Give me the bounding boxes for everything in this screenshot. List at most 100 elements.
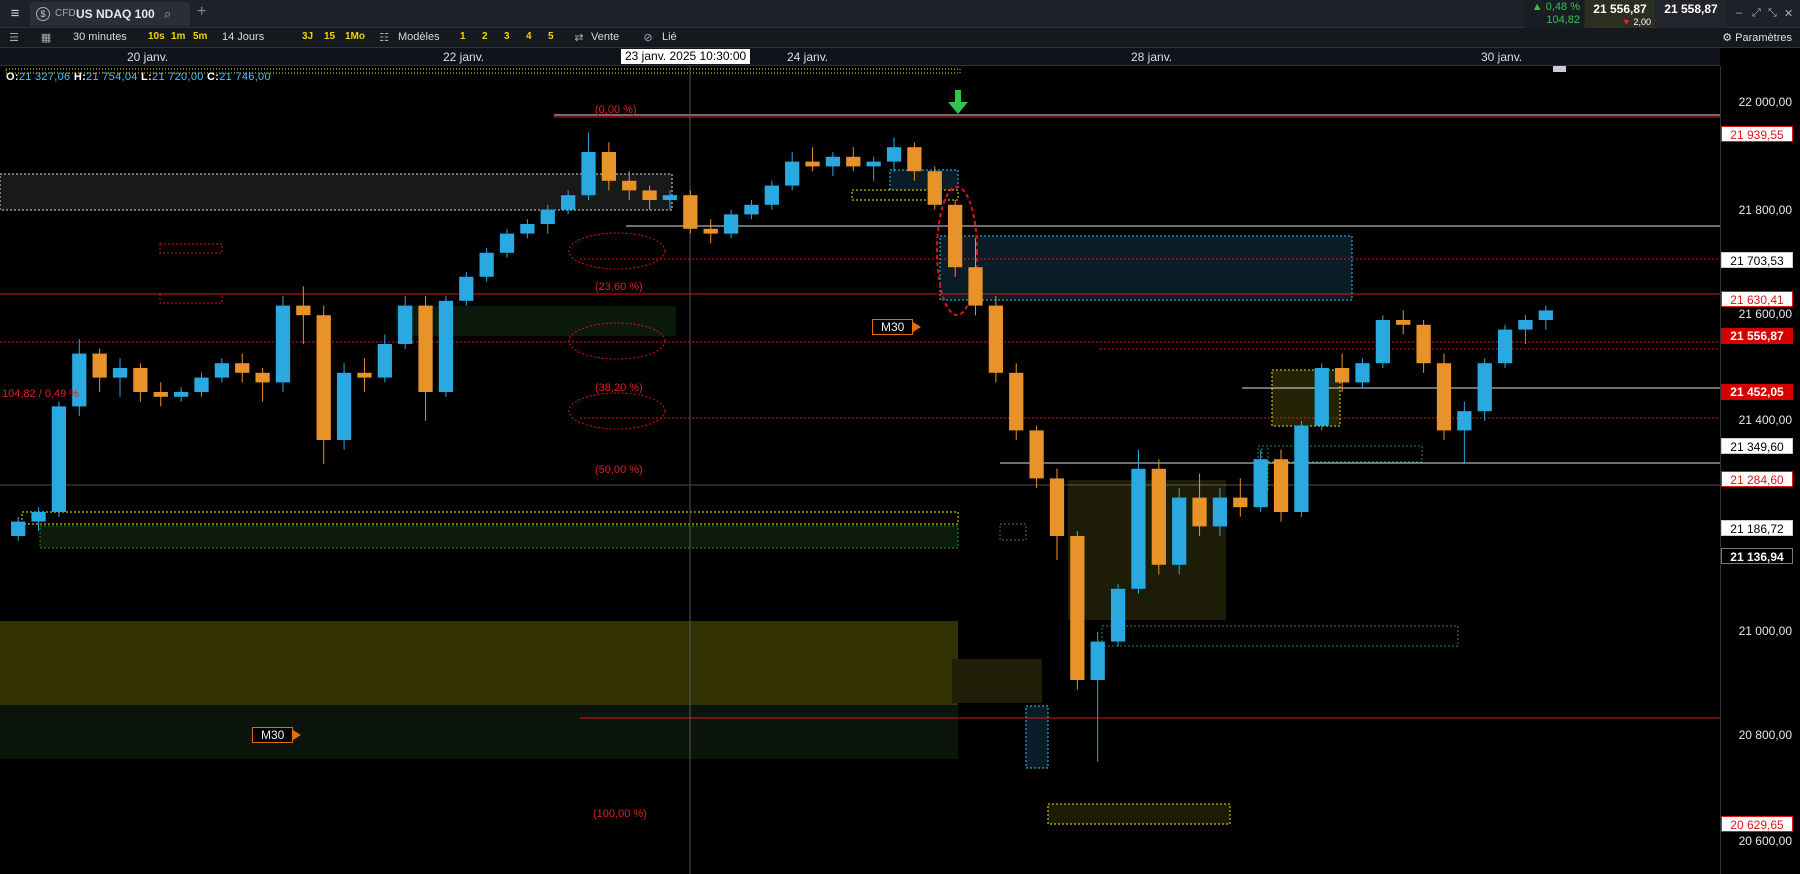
- link-icon: ⊘: [643, 32, 653, 44]
- layout-icon[interactable]: ▦: [38, 30, 54, 46]
- candle-body: [886, 147, 902, 162]
- candle-body: [1172, 497, 1187, 565]
- buy-price-button[interactable]: 21 558,87: [1656, 0, 1726, 28]
- candle-body: [520, 224, 535, 234]
- candle-body: [846, 156, 861, 167]
- chart-toolbar: ☰ ▦ 30 minutes 10s 1m 5m 14 Jours 3J 15 …: [0, 28, 1800, 48]
- candle-body: [377, 344, 392, 378]
- fib-label-382: (38,20 %): [595, 382, 643, 394]
- date-label: 20 janv.: [127, 50, 169, 64]
- range-15[interactable]: 15: [321, 31, 338, 45]
- price-tag-21349: 21 349,60: [1721, 438, 1793, 454]
- sell-icon: ⇄: [574, 32, 584, 44]
- candle-body: [1233, 497, 1248, 508]
- candle-body: [1518, 320, 1533, 330]
- candle-body: [907, 147, 922, 172]
- range-select[interactable]: 14 Jours: [222, 31, 264, 43]
- candle-body: [581, 152, 596, 196]
- models-menu[interactable]: Modèles: [398, 31, 440, 43]
- axis-tick: 21 400,00: [1738, 413, 1792, 427]
- change-percent: ▲ 0,48 %: [1531, 1, 1580, 13]
- left-change-note: 104,82 / 0,49 %: [2, 388, 80, 400]
- range-1mo[interactable]: 1Mo: [342, 31, 368, 45]
- interval-5m[interactable]: 5m: [190, 31, 210, 45]
- candle-body: [357, 372, 372, 378]
- candle-body: [174, 392, 189, 397]
- maximize-icon[interactable]: ⤡: [1768, 7, 1777, 20]
- list-icon[interactable]: ☰: [6, 30, 22, 46]
- instrument-name: US NDAQ 100: [76, 7, 155, 21]
- price-axis[interactable]: 22 000,00 21 800,00 21 600,00 21 400,00 …: [1720, 66, 1800, 874]
- candle-body: [153, 392, 168, 397]
- ohlc-h-label: H:: [73, 71, 87, 83]
- price-chart[interactable]: O:21 327,06 H:21 754,04 L:21 720,00 C:21…: [0, 66, 1720, 874]
- candle-body: [1253, 459, 1268, 508]
- candle-body: [662, 195, 678, 200]
- coin-icon: $: [36, 7, 50, 21]
- candle-body: [1294, 425, 1309, 512]
- interval-10s[interactable]: 10s: [145, 31, 168, 45]
- model-slot-3[interactable]: 3: [501, 31, 513, 45]
- chart-canvas[interactable]: [0, 66, 1720, 874]
- candle-body: [703, 228, 718, 234]
- add-tab-icon[interactable]: +: [197, 3, 206, 21]
- close-icon[interactable]: ✕: [1784, 7, 1793, 20]
- candle-body: [1416, 324, 1431, 364]
- hamburger-icon[interactable]: ≡: [6, 5, 24, 23]
- model-slot-4[interactable]: 4: [523, 31, 535, 45]
- candle-body: [785, 161, 800, 186]
- window-controls: – ⤢ ⤡ ✕: [1732, 0, 1800, 28]
- candle-body: [275, 305, 291, 383]
- price-tag-21630: 21 630,41: [1721, 291, 1793, 307]
- settings-button[interactable]: ⚙ Paramètres: [1722, 31, 1792, 44]
- candle-body: [51, 406, 67, 512]
- candle-body: [255, 372, 270, 383]
- candle-body: [1436, 363, 1452, 431]
- instrument-tab[interactable]: $ CFD US NDAQ 100 ⌕: [30, 2, 190, 26]
- candle-body: [764, 185, 779, 205]
- candle-body: [1457, 411, 1472, 431]
- candle-body: [866, 161, 881, 167]
- model-slot-1[interactable]: 1: [457, 31, 469, 45]
- change-points: 104,82: [1546, 14, 1580, 26]
- linked-toggle[interactable]: Lié: [662, 31, 677, 43]
- alert-marker-icon[interactable]: [1553, 66, 1566, 72]
- minimize-icon[interactable]: –: [1736, 7, 1742, 19]
- time-axis: 20 janv. 22 janv. 23 janv. 2025 10:30:00…: [0, 48, 1720, 66]
- candle-body: [1396, 320, 1411, 325]
- sell-toggle[interactable]: Vente: [591, 31, 619, 43]
- instrument-type: CFD: [55, 8, 76, 19]
- candle-body: [1538, 310, 1553, 320]
- candle-body: [1355, 363, 1370, 383]
- model-slot-5[interactable]: 5: [545, 31, 557, 45]
- fib-label-0: (0,00 %): [595, 104, 637, 116]
- detach-icon[interactable]: ⤢: [1752, 7, 1761, 20]
- candle-body: [1192, 497, 1207, 527]
- price-tag-21939: 21 939,55: [1721, 126, 1793, 142]
- date-label: 30 janv.: [1481, 50, 1523, 64]
- candle-body: [92, 353, 107, 378]
- model-slot-2[interactable]: 2: [479, 31, 491, 45]
- price-tag-20629: 20 629,65: [1721, 816, 1793, 832]
- crosshair-date: 23 janv. 2025 10:30:00: [621, 49, 751, 64]
- period-select[interactable]: 30 minutes: [73, 31, 127, 43]
- price-tag-21452: 21 452,05: [1721, 384, 1793, 400]
- date-label: 24 janv.: [787, 50, 829, 64]
- candle-body: [1273, 459, 1289, 512]
- candle-body: [316, 315, 331, 440]
- candle-body: [968, 267, 983, 306]
- interval-1m[interactable]: 1m: [168, 31, 188, 45]
- candle-body: [948, 204, 963, 268]
- candle-body: [1497, 329, 1513, 364]
- range-3j[interactable]: 3J: [299, 31, 316, 45]
- candle-body: [499, 233, 515, 253]
- yellow-zone: [851, 189, 959, 201]
- ask-price: 21 558,87: [1664, 2, 1718, 16]
- m30-tag[interactable]: M30: [252, 727, 302, 743]
- candle-body: [438, 300, 454, 392]
- candle-body: [11, 521, 26, 536]
- axis-tick: 21 600,00: [1738, 307, 1792, 321]
- search-icon[interactable]: ⌕: [164, 6, 171, 22]
- m30-tag[interactable]: M30: [872, 319, 922, 335]
- title-bar: ≡ $ CFD US NDAQ 100 ⌕ + ▲ 0,48 % 104,82 …: [0, 0, 1800, 28]
